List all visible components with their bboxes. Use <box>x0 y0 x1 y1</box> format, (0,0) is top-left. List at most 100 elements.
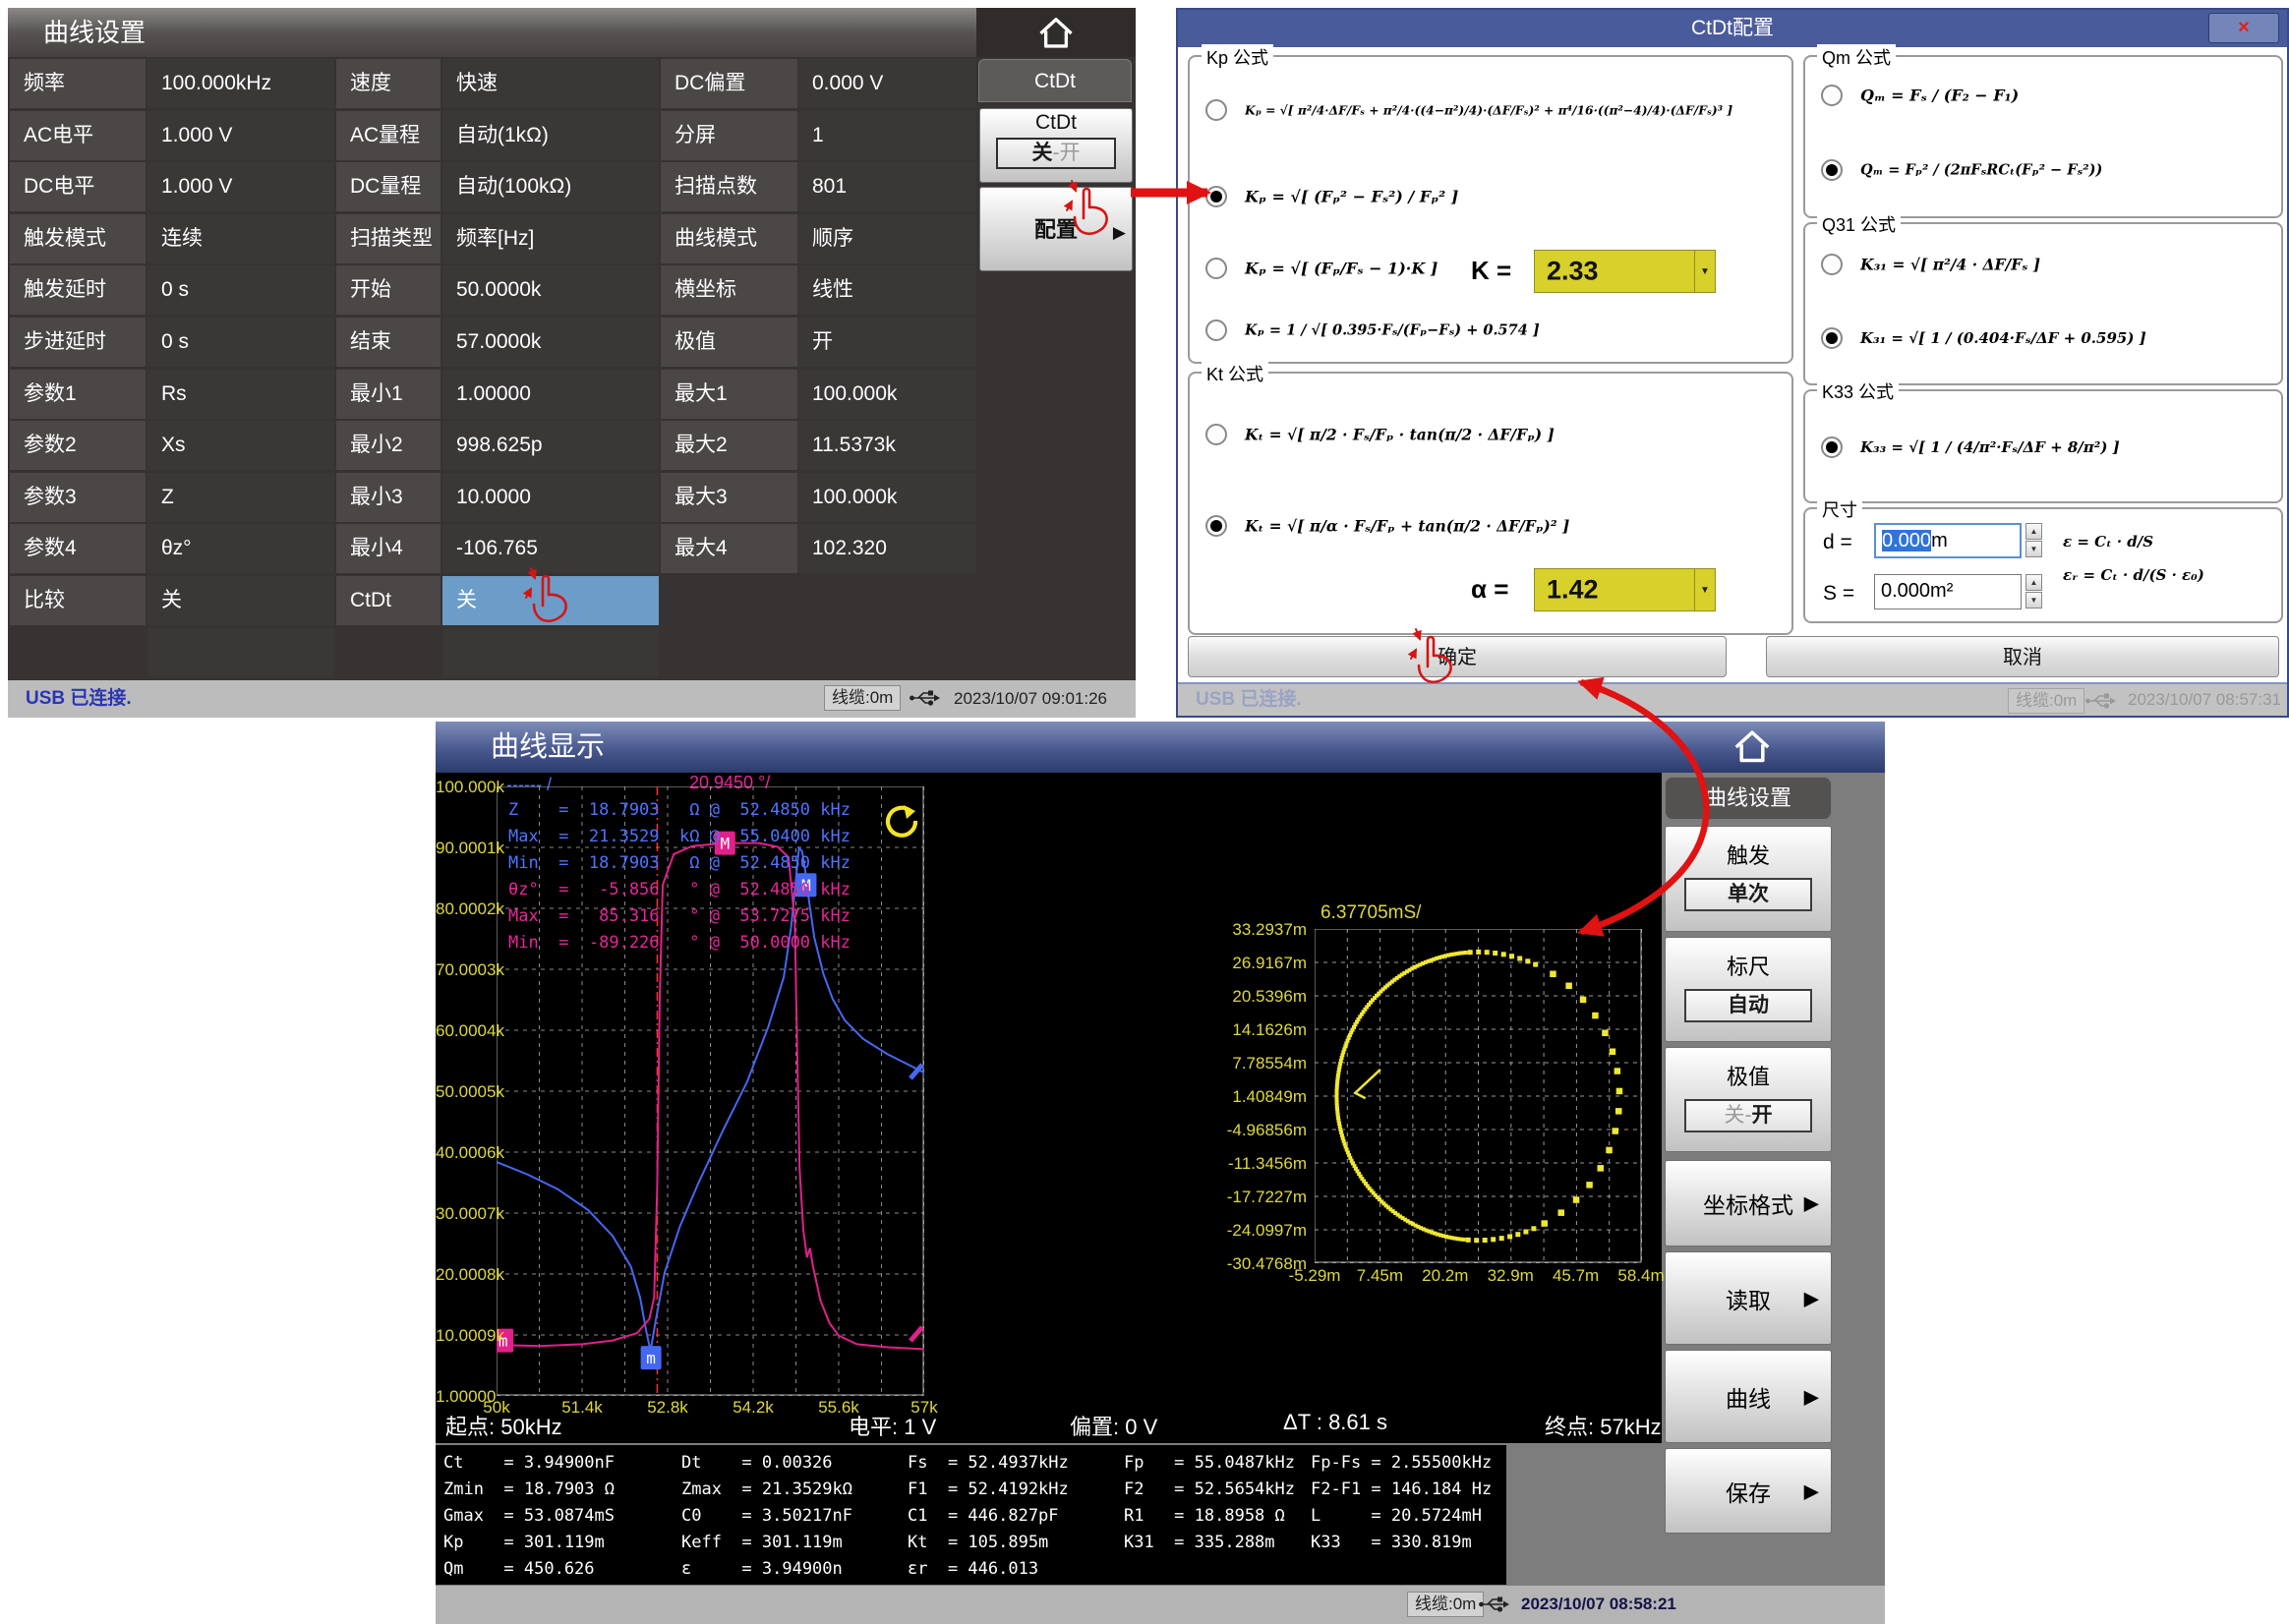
sidebar-button-6[interactable]: 曲线▶ <box>1665 1350 1832 1443</box>
group-label: K33 公式 <box>1817 378 1899 404</box>
settings-value[interactable]: θz° <box>147 524 334 573</box>
ctdt-config-dialog: CtDt配置 × Kp 公式 Kₚ = √[ π²/4·ΔF/Fₛ + π²/4… <box>1176 8 2289 718</box>
kp-radio[interactable] <box>1205 186 1227 207</box>
result-Ct: Ct = 3.94900nF <box>443 1453 615 1473</box>
cable-length-badge: 线缆:0m <box>2008 688 2084 714</box>
cancel-button[interactable]: 取消 <box>1766 636 2279 677</box>
close-button[interactable]: × <box>2208 13 2279 43</box>
settings-value[interactable]: 线性 <box>798 265 976 315</box>
ctdt-toggle-button[interactable]: CtDt 关-开 <box>979 108 1133 183</box>
kt-radio[interactable] <box>1205 424 1227 445</box>
sidebar-tab-curve-settings[interactable]: 曲线设置 <box>1665 777 1832 820</box>
sidebar-button-2[interactable]: 标尺自动 <box>1665 937 1832 1042</box>
usb-status: USB 已连接. <box>1196 684 1302 716</box>
result-εr: εr = 446.013 <box>908 1559 1038 1579</box>
settings-value[interactable]: Rs <box>147 370 334 419</box>
kp-formula: Kₚ = 1 / √[ 0.395·Fₛ/(Fₚ−Fₛ) + 0.574 ] <box>1245 322 1540 339</box>
kp-radio[interactable] <box>1205 258 1227 279</box>
result-K31: K31 = 335.288m <box>1124 1533 1275 1552</box>
settings-value[interactable]: 10.0000 <box>442 473 659 522</box>
y-tick: -24.0997m <box>1222 1221 1307 1241</box>
settings-value[interactable]: 频率[Hz] <box>442 214 659 263</box>
sidebar-button-7[interactable]: 保存▶ <box>1665 1448 1832 1534</box>
settings-label: 触发延时 <box>10 265 146 315</box>
admittance-circle-plot[interactable] <box>1315 929 1642 1263</box>
kt-formula: Kₜ = √[ π/2 · Fₛ/Fₚ · tan(π/2 · ΔF/Fₚ) ] <box>1245 426 1555 444</box>
refresh-icon[interactable] <box>880 802 921 843</box>
settings-label: 频率 <box>10 59 146 108</box>
chevron-down-icon[interactable]: ▼ <box>1694 569 1715 610</box>
settings-label: 扫描点数 <box>661 162 797 211</box>
settings-value[interactable]: 0 s <box>147 265 334 315</box>
qm-radio[interactable] <box>1821 159 1843 181</box>
settings-value[interactable]: 关 <box>442 576 659 625</box>
q31-radio[interactable] <box>1821 327 1843 349</box>
sidebar-button-5[interactable]: 读取▶ <box>1665 1251 1832 1345</box>
settings-value[interactable]: 自动(1kΩ) <box>442 111 659 160</box>
x-tick: 50k <box>464 1398 529 1418</box>
result-ε: ε = 3.94900n <box>681 1559 843 1579</box>
settings-value[interactable]: Xs <box>147 421 334 470</box>
kp-radio[interactable] <box>1205 99 1227 121</box>
settings-value[interactable] <box>147 628 334 677</box>
settings-value[interactable]: 57.0000k <box>442 318 659 367</box>
k-value-combo[interactable]: 2.33▼ <box>1534 250 1716 293</box>
k33-option: K₃₃ = √[ 1 / (4/π²·Fₛ/ΔF + 8/π²) ] <box>1813 403 2275 492</box>
settings-value[interactable]: 100.000k <box>798 473 976 522</box>
kp-radio[interactable] <box>1205 319 1227 341</box>
settings-value[interactable]: 801 <box>798 162 976 211</box>
settings-value[interactable]: -106.765 <box>442 524 659 573</box>
settings-value[interactable]: 100.000kHz <box>147 59 334 108</box>
settings-value[interactable]: 关 <box>147 576 334 625</box>
result-C0: C0 = 3.50217nF <box>681 1506 852 1526</box>
settings-value[interactable]: 1.00000 <box>442 370 659 419</box>
settings-value[interactable]: 连续 <box>147 214 334 263</box>
k33-radio[interactable] <box>1821 436 1843 458</box>
result-L: L = 20.5724mH <box>1311 1506 1482 1526</box>
sidebar-button-4[interactable]: 坐标格式▶ <box>1665 1160 1832 1247</box>
settings-value[interactable]: 1.000 V <box>147 111 334 160</box>
chevron-down-icon[interactable]: ▼ <box>1694 251 1715 292</box>
settings-value[interactable]: 11.5373k <box>798 421 976 470</box>
readout-line: Z = 18.7903 Ω @ 52.4850 kHz <box>508 800 851 820</box>
y-tick: 1.40849m <box>1222 1087 1307 1107</box>
alpha-value-combo[interactable]: 1.42▼ <box>1534 568 1716 611</box>
readout-line: Max = 21.3529 kΩ @ 55.0400 kHz <box>508 827 851 846</box>
qm-formula-group: Qm 公式 Qₘ = Fₛ / (F₂ − F₁)Qₘ = Fₚ² / (2πF… <box>1803 55 2283 218</box>
settings-value[interactable]: 1 <box>798 111 976 160</box>
settings-value[interactable] <box>442 628 659 677</box>
dialog-title: CtDt配置 <box>1178 10 2287 47</box>
settings-value[interactable]: Z <box>147 473 334 522</box>
q31-radio[interactable] <box>1821 254 1843 275</box>
d-input[interactable]: 0.000m <box>1874 523 2022 558</box>
settings-value[interactable]: 102.320 <box>798 524 976 573</box>
qm-radio[interactable] <box>1821 85 1843 106</box>
settings-value[interactable]: 0.000 V <box>798 59 976 108</box>
y-tick: -17.7227m <box>1222 1188 1307 1207</box>
y-tick: 33.2937m <box>1222 920 1307 940</box>
settings-value[interactable]: 998.625p <box>442 421 659 470</box>
settings-value[interactable]: 50.0000k <box>442 265 659 315</box>
s-stepper[interactable]: ▲▼ <box>2025 574 2042 609</box>
y-tick: 20.5396m <box>1222 987 1307 1007</box>
sidebar-button-3[interactable]: 极值关-开 <box>1665 1047 1832 1152</box>
impedance-phase-plot[interactable]: MMmm <box>497 786 924 1396</box>
x-tick: 57k <box>892 1398 957 1418</box>
settings-value[interactable]: 100.000k <box>798 370 976 419</box>
ctdt-config-button[interactable]: 配置 ▶ <box>979 187 1133 271</box>
home-icon[interactable] <box>1034 13 1078 54</box>
settings-value[interactable]: 顺序 <box>798 214 976 263</box>
usb-icon <box>1478 1595 1511 1619</box>
home-icon[interactable] <box>1730 725 1775 769</box>
settings-value[interactable]: 1.000 V <box>147 162 334 211</box>
settings-value[interactable]: 0 s <box>147 318 334 367</box>
settings-value[interactable]: 快速 <box>442 59 659 108</box>
settings-value[interactable]: 自动(100kΩ) <box>442 162 659 211</box>
s-input[interactable]: 0.000m² <box>1874 574 2022 609</box>
ok-button[interactable]: 确定 <box>1188 636 1727 677</box>
d-stepper[interactable]: ▲▼ <box>2025 523 2042 558</box>
kt-radio[interactable] <box>1205 515 1227 537</box>
sidebar-button-1[interactable]: 触发单次 <box>1665 826 1832 932</box>
group-label: Kt 公式 <box>1202 361 1268 386</box>
settings-value[interactable]: 开 <box>798 318 976 367</box>
